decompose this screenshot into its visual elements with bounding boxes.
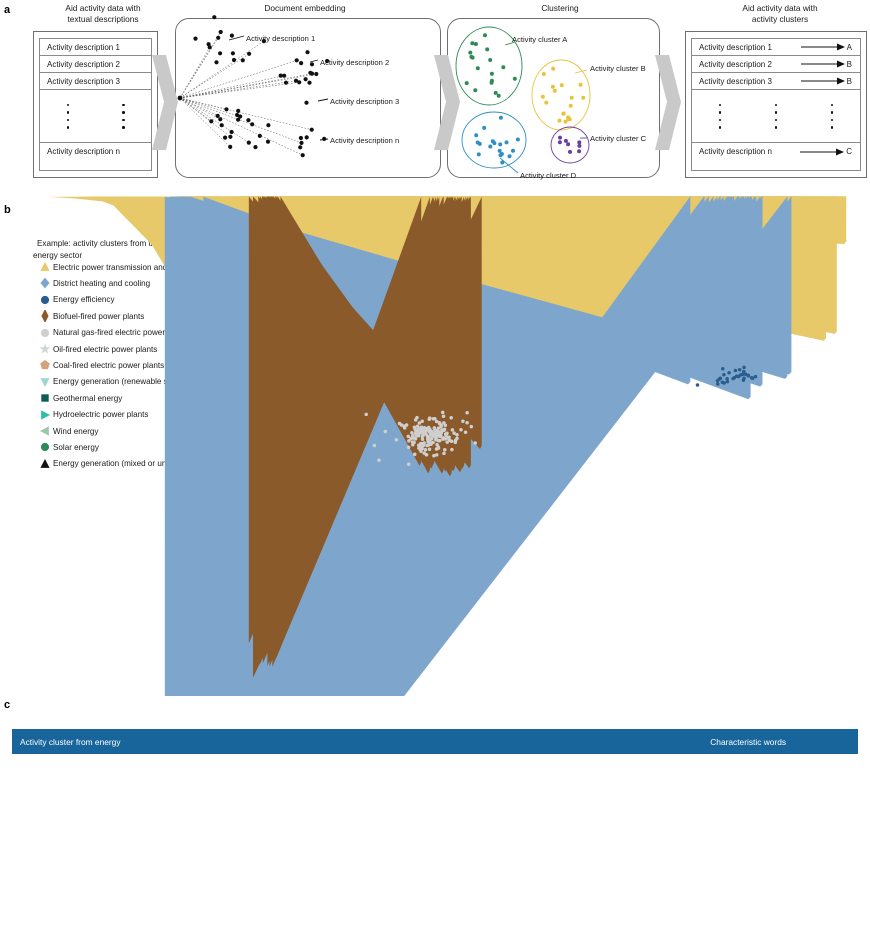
flow-arrow-3	[655, 55, 681, 150]
embedding-label: Activity description 2	[320, 58, 390, 67]
embedding-label: Activity description 1	[246, 34, 316, 43]
cluster-label-a: Activity cluster A	[512, 35, 568, 44]
flow-arrow-1	[152, 55, 178, 150]
table-header-cluster: Activity cluster from energy	[12, 729, 639, 754]
panel-label-a: a	[4, 4, 11, 16]
cluster-characteristic-words-table: Activity cluster from energy Characteris…	[12, 729, 858, 754]
input-table-row: Activity description 1	[40, 39, 151, 56]
panel-a-pipeline-diagram: a Aid activity data with textual descrip…	[0, 0, 870, 196]
input-table-ellipsis-row	[40, 90, 151, 143]
vertical-dots	[122, 90, 125, 142]
input-table-row: Activity description 3	[40, 73, 151, 90]
output-table-row: Activity description 3 B	[692, 73, 860, 90]
output-arrow-icon	[800, 77, 845, 85]
cluster-label-c: Activity cluster C	[590, 134, 647, 143]
panel-b-scatter: b Example: activity clusters from the en…	[0, 196, 870, 696]
cluster-label-d: Activity cluster D	[520, 171, 577, 180]
stage-title-clustering: Clustering	[541, 3, 579, 13]
input-table-row: Activity description n	[47, 147, 120, 156]
vertical-dots	[830, 90, 834, 142]
panel-label-c: c	[4, 699, 11, 711]
vertical-dots	[774, 90, 778, 142]
stage-title-embedding: Document embedding	[264, 3, 346, 13]
output-table-ellipsis-row	[692, 90, 860, 143]
output-table-row: Activity description 1 A	[692, 39, 860, 56]
embedding-label: Activity description n	[330, 136, 400, 145]
vertical-dots	[718, 90, 722, 142]
scatter-plot-canvas	[48, 196, 847, 696]
table-header-row: Activity cluster from energy Characteris…	[12, 729, 858, 754]
flow-arrow-2	[434, 55, 460, 150]
table-header-words: Characteristic words	[638, 729, 858, 754]
panel-c-table: c Activity cluster from energy Character…	[0, 696, 870, 938]
input-table-row: Activity description 2	[40, 56, 151, 73]
embedding-label: Activity description 3	[330, 97, 400, 106]
input-activity-table: Activity description 1 Activity descript…	[39, 38, 152, 171]
output-arrow-icon	[800, 148, 845, 155]
stage-title-input: Aid activity data with textual descripti…	[65, 3, 141, 24]
output-table-row: Activity description n C	[699, 147, 852, 156]
cluster-label-b: Activity cluster B	[590, 64, 646, 73]
vertical-dots	[66, 90, 69, 142]
output-arrow-icon	[800, 60, 845, 68]
output-activity-table: Activity description 1 A Activity descri…	[691, 38, 861, 171]
output-table-row: Activity description 2 B	[692, 56, 860, 73]
stage-title-output: Aid activity data with activity clusters	[742, 3, 818, 24]
output-arrow-icon	[800, 43, 845, 51]
